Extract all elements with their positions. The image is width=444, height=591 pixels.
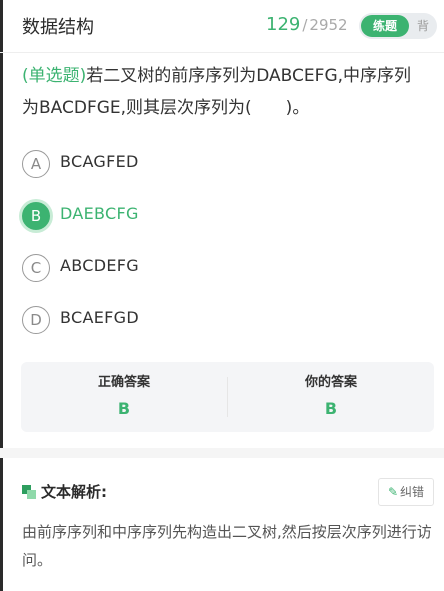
progress-total: 2952 — [309, 16, 348, 34]
analysis-title: 文本解析: — [41, 483, 107, 501]
mode-toggle[interactable]: 练题 背 — [359, 13, 437, 39]
answer-panel: 正确答案 B 你的答案 B — [21, 362, 434, 432]
option-d-badge: D — [22, 306, 50, 334]
option-b-text: DAEBCFG — [60, 204, 139, 223]
analysis-header: 文本解析: ✎ 纠错 — [22, 478, 434, 506]
report-error-button[interactable]: ✎ 纠错 — [378, 478, 434, 506]
option-c[interactable]: C ABCDEFG — [22, 252, 422, 284]
correct-answer-label: 正确答案 — [97, 375, 150, 390]
progress-separator: / — [302, 16, 308, 34]
your-answer-label: 你的答案 — [304, 375, 357, 390]
option-a-badge: A — [22, 150, 50, 178]
option-b-badge: B — [22, 202, 50, 230]
question-stem: (单选题)若二叉树的前序序列为DABCEFG,中序序列为BACDFGE,则其层次… — [22, 60, 426, 124]
option-d-text: BCAEFGD — [60, 308, 139, 327]
mode-practice-button[interactable]: 练题 — [361, 15, 409, 37]
edit-pen-icon: ✎ — [387, 485, 399, 499]
report-error-label: 纠错 — [400, 485, 425, 499]
subject-title: 数据结构 — [22, 17, 94, 38]
correct-answer-value: B — [117, 399, 131, 418]
option-c-badge: C — [22, 254, 50, 282]
progress-current: 129 — [266, 14, 301, 35]
option-c-text: ABCDEFG — [60, 256, 139, 275]
left-edge-rule — [0, 0, 3, 591]
question-progress: 129/2952 — [266, 14, 348, 35]
option-b[interactable]: B DAEBCFG — [22, 200, 422, 232]
analysis-text: 由前序序列和中序序列先构造出二叉树,然后按层次序列进行访问。 — [22, 523, 432, 569]
option-d[interactable]: D BCAEFGD — [22, 304, 422, 336]
option-a-text: BCAGFED — [60, 152, 139, 171]
analysis-section-icon — [22, 485, 36, 499]
option-a[interactable]: A BCAGFED — [22, 148, 422, 180]
question-type-label: (单选题) — [22, 66, 87, 86]
your-answer-value: B — [324, 399, 338, 418]
mode-recite-button[interactable]: 背 — [411, 15, 435, 37]
top-bar: 数据结构 129/2952 练题 背 — [0, 0, 444, 53]
section-separator — [0, 448, 444, 458]
your-answer: 你的答案 B — [228, 372, 434, 418]
correct-answer: 正确答案 B — [21, 372, 227, 418]
